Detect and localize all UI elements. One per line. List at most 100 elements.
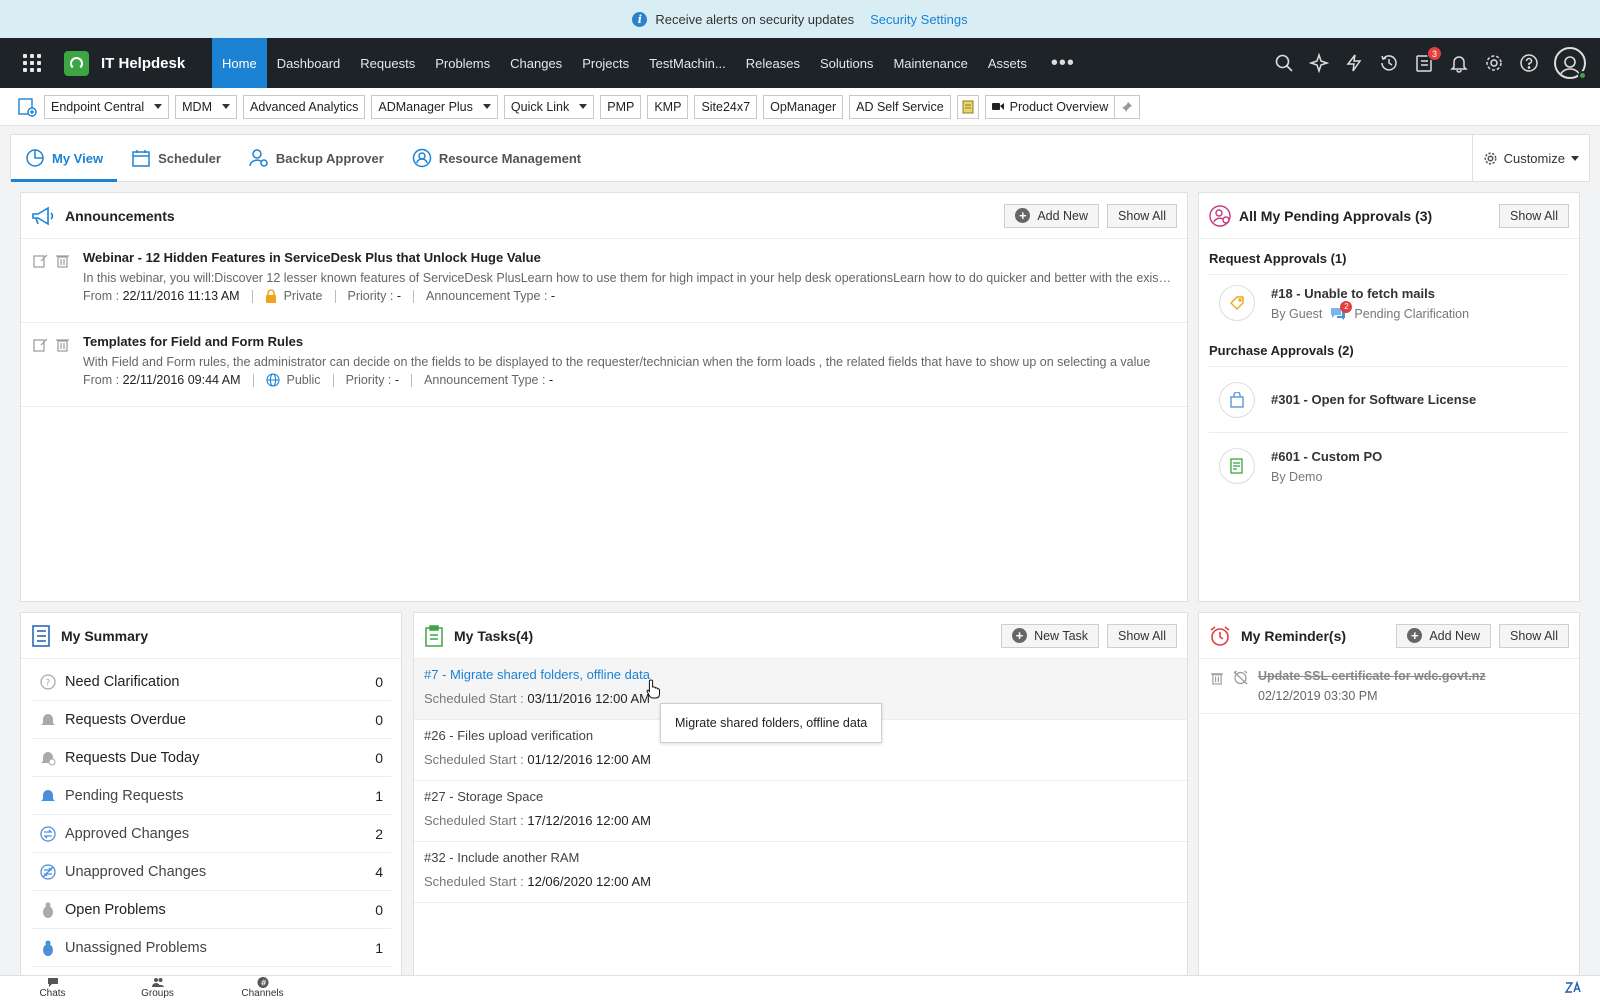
groups-button[interactable]: Groups (105, 977, 210, 999)
help-icon[interactable] (1519, 53, 1539, 73)
reminders-show-all-button[interactable]: Show All (1499, 623, 1569, 648)
nav-tab-maintenance[interactable]: Maintenance (883, 38, 977, 88)
search-icon[interactable] (1274, 53, 1294, 73)
groups-label: Groups (141, 988, 174, 999)
nav-tab-assets[interactable]: Assets (978, 38, 1037, 88)
nav-tab-projects[interactable]: Projects (572, 38, 639, 88)
endpoint-central-dropdown[interactable]: Endpoint Central (44, 94, 170, 119)
summary-row-requests-overdue[interactable]: Requests Overdue 0 (31, 701, 391, 739)
notepad-icon[interactable] (956, 94, 979, 119)
announcement-title[interactable]: Templates for Field and Form Rules (83, 334, 1173, 349)
approvals-show-all-button[interactable]: Show All (1499, 203, 1569, 228)
kmp-button[interactable]: KMP (647, 94, 689, 119)
task-title[interactable]: #27 - Storage Space (424, 789, 1177, 804)
channels-button[interactable]: # Channels (210, 977, 315, 999)
tab-resource-management[interactable]: Resource Management (398, 135, 595, 181)
product-overview-button[interactable]: Product Overview (986, 96, 1115, 118)
more-modules-icon[interactable]: ••• (1037, 38, 1089, 88)
site24x7-button[interactable]: Site24x7 (694, 94, 758, 119)
purchase-approval-item[interactable]: #601 - Custom PO By Demo (1209, 433, 1569, 499)
task-title[interactable]: #7 - Migrate shared folders, offline dat… (424, 667, 1177, 682)
purchase-approval-title[interactable]: #601 - Custom PO (1271, 449, 1382, 464)
app-launcher-icon[interactable] (0, 38, 64, 88)
add-reminder-button[interactable]: + Add New (1396, 623, 1492, 648)
trash-icon[interactable] (56, 253, 69, 268)
brand[interactable]: IT Helpdesk (64, 50, 212, 76)
nav-tab-testmachines[interactable]: TestMachin... (639, 38, 736, 88)
tab-my-view[interactable]: My View (11, 135, 118, 182)
admanager-plus-dropdown[interactable]: ADManager Plus (371, 94, 498, 119)
pin-icon[interactable] (1114, 95, 1139, 118)
purchase-approval-title[interactable]: #301 - Open for Software License (1271, 392, 1476, 407)
tab-backup-approver[interactable]: Backup Approver (235, 135, 398, 181)
summary-row-open-problems[interactable]: Open Problems 0 (31, 891, 391, 929)
task-item[interactable]: #27 - Storage Space Scheduled Start : 17… (414, 781, 1187, 842)
request-approval-title[interactable]: #18 - Unable to fetch mails (1271, 286, 1469, 301)
scheduled-start-value: 17/12/2016 12:00 AM (527, 813, 651, 828)
security-settings-link[interactable]: Security Settings (870, 12, 968, 27)
opmanager-button[interactable]: OpManager (763, 94, 844, 119)
tasks-icon[interactable]: 3 (1414, 46, 1442, 73)
history-icon[interactable] (1379, 53, 1399, 73)
chevron-down-icon (221, 104, 230, 109)
summary-row-unassigned-problems[interactable]: Unassigned Problems 1 (31, 929, 391, 967)
tab-backup-approver-label: Backup Approver (275, 150, 384, 166)
nav-tab-dashboard[interactable]: Dashboard (267, 38, 351, 88)
quick-link-dropdown[interactable]: Quick Link (503, 94, 595, 119)
tab-scheduler[interactable]: Scheduler (117, 135, 235, 181)
nav-tab-requests[interactable]: Requests (350, 38, 425, 88)
add-quick-link-icon[interactable] (16, 96, 38, 118)
summary-row-unapproved-changes[interactable]: Unapproved Changes 4 (31, 853, 391, 891)
task-title[interactable]: #32 - Include another RAM (424, 850, 1177, 865)
zia-assistant-icon[interactable] (1564, 980, 1600, 997)
announcements-title: Announcements (65, 207, 175, 224)
add-announcement-button[interactable]: + Add New (1004, 203, 1100, 228)
trash-icon[interactable] (56, 337, 69, 352)
nav-tab-releases[interactable]: Releases (736, 38, 810, 88)
summary-row-approved-changes[interactable]: Approved Changes 2 (31, 815, 391, 853)
tasks-show-all-button[interactable]: Show All (1107, 623, 1177, 648)
add-new-label: Add New (1429, 628, 1481, 643)
notifications-bell-icon[interactable] (1449, 53, 1469, 73)
summary-row-pending-requests[interactable]: Pending Requests 1 (31, 777, 391, 815)
customize-dropdown[interactable]: Customize (1471, 135, 1589, 181)
purchase-approval-item[interactable]: #301 - Open for Software License (1209, 367, 1569, 433)
approved-changes-icon (40, 825, 56, 842)
request-approval-item[interactable]: #18 - Unable to fetch mails By Guest 2 P… (1209, 275, 1569, 331)
task-item[interactable]: #32 - Include another RAM Scheduled Star… (414, 842, 1187, 903)
nav-tab-home[interactable]: Home (212, 38, 267, 88)
reminder-title[interactable]: Update SSL certificate for wdc.govt.nz (1258, 669, 1486, 683)
new-task-button[interactable]: + New Task (1001, 623, 1100, 648)
summary-row-need-clarification[interactable]: ? Need Clarification 0 (31, 663, 391, 701)
reminder-item[interactable]: Update SSL certificate for wdc.govt.nz 0… (1199, 659, 1579, 714)
nav-tab-problems[interactable]: Problems (425, 38, 500, 88)
summary-label: Pending Requests (65, 787, 184, 804)
quick-actions-lightning-icon[interactable] (1344, 53, 1364, 73)
product-overview-label: Product Overview (1009, 99, 1109, 114)
ad-self-service-button[interactable]: AD Self Service (849, 94, 951, 119)
edit-icon[interactable] (33, 337, 48, 352)
from-date: 22/11/2016 11:13 AM (122, 289, 240, 303)
zia-sparkle-icon[interactable] (1309, 53, 1329, 73)
trash-icon[interactable] (1211, 671, 1223, 685)
settings-gear-icon[interactable] (1484, 53, 1504, 73)
mdm-dropdown[interactable]: MDM (175, 94, 237, 119)
alarm-off-icon[interactable] (1233, 670, 1248, 685)
announcement-item[interactable]: Webinar - 12 Hidden Features in ServiceD… (21, 239, 1187, 323)
user-avatar[interactable] (1554, 47, 1587, 80)
nav-tab-solutions[interactable]: Solutions (810, 38, 883, 88)
view-tabs: My View Scheduler Backup Approver Resour… (10, 134, 1590, 182)
announcement-item[interactable]: Templates for Field and Form Rules With … (21, 323, 1187, 407)
nav-tab-changes[interactable]: Changes (500, 38, 572, 88)
summary-row-requests-due-today[interactable]: Requests Due Today 0 (31, 739, 391, 777)
announcement-title[interactable]: Webinar - 12 Hidden Features in ServiceD… (83, 250, 1173, 265)
my-tasks-title: My Tasks(4) (454, 627, 534, 644)
plus-icon: + (1012, 628, 1028, 643)
pmp-button[interactable]: PMP (600, 94, 642, 119)
summary-count: 0 (375, 901, 383, 918)
summary-count: 0 (375, 673, 383, 690)
announcements-show-all-button[interactable]: Show All (1107, 203, 1177, 228)
chats-button[interactable]: Chats (0, 977, 105, 999)
edit-icon[interactable] (33, 253, 48, 268)
advanced-analytics-button[interactable]: Advanced Analytics (242, 94, 366, 119)
